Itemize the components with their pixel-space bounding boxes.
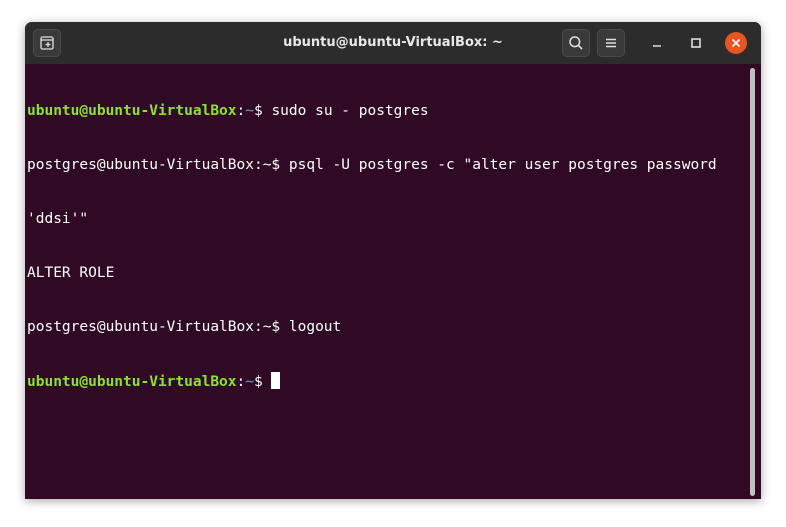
terminal-window: ubuntu@ubuntu-VirtualBox: ~ ubuntu@ubunt…	[25, 22, 761, 499]
prompt-separator: :	[236, 103, 246, 119]
menu-button[interactable]	[597, 29, 625, 57]
search-icon	[569, 36, 583, 50]
prompt-symbol: $	[253, 103, 272, 119]
scrollbar[interactable]	[747, 68, 757, 496]
prompt-path: ~	[245, 374, 254, 390]
terminal-line: ubuntu@ubuntu-VirtualBox:~$ sudo su - po…	[27, 102, 742, 120]
prompt-path: ~	[245, 103, 254, 119]
maximize-button[interactable]	[684, 31, 708, 55]
prompt-user: ubuntu@ubuntu-VirtualBox	[27, 374, 237, 390]
minimize-icon	[653, 45, 661, 47]
terminal-line: postgres@ubuntu-VirtualBox:~$ psql -U po…	[27, 157, 717, 173]
command-text: sudo su - postgres	[271, 103, 429, 119]
prompt-separator: :	[236, 374, 246, 390]
terminal-line: ALTER ROLE	[27, 265, 115, 281]
scrollbar-thumb[interactable]	[750, 68, 755, 496]
new-tab-button[interactable]	[33, 29, 61, 57]
title-bar[interactable]: ubuntu@ubuntu-VirtualBox: ~	[25, 22, 761, 64]
terminal-line: 'ddsi'"	[27, 211, 89, 227]
close-icon	[731, 38, 741, 48]
prompt-symbol: $	[253, 374, 272, 390]
terminal-line: ubuntu@ubuntu-VirtualBox:~$	[27, 372, 742, 390]
text-cursor	[271, 372, 281, 389]
hamburger-menu-icon	[606, 38, 616, 48]
close-button[interactable]	[725, 32, 747, 54]
minimize-button[interactable]	[645, 31, 669, 55]
prompt-user: ubuntu@ubuntu-VirtualBox	[27, 103, 237, 119]
maximize-icon	[691, 38, 701, 48]
terminal-line: postgres@ubuntu-VirtualBox:~$ logout	[27, 319, 342, 335]
search-button[interactable]	[562, 29, 590, 57]
terminal-output[interactable]: ubuntu@ubuntu-VirtualBox:~$ sudo su - po…	[27, 66, 742, 496]
new-tab-icon	[40, 36, 54, 50]
